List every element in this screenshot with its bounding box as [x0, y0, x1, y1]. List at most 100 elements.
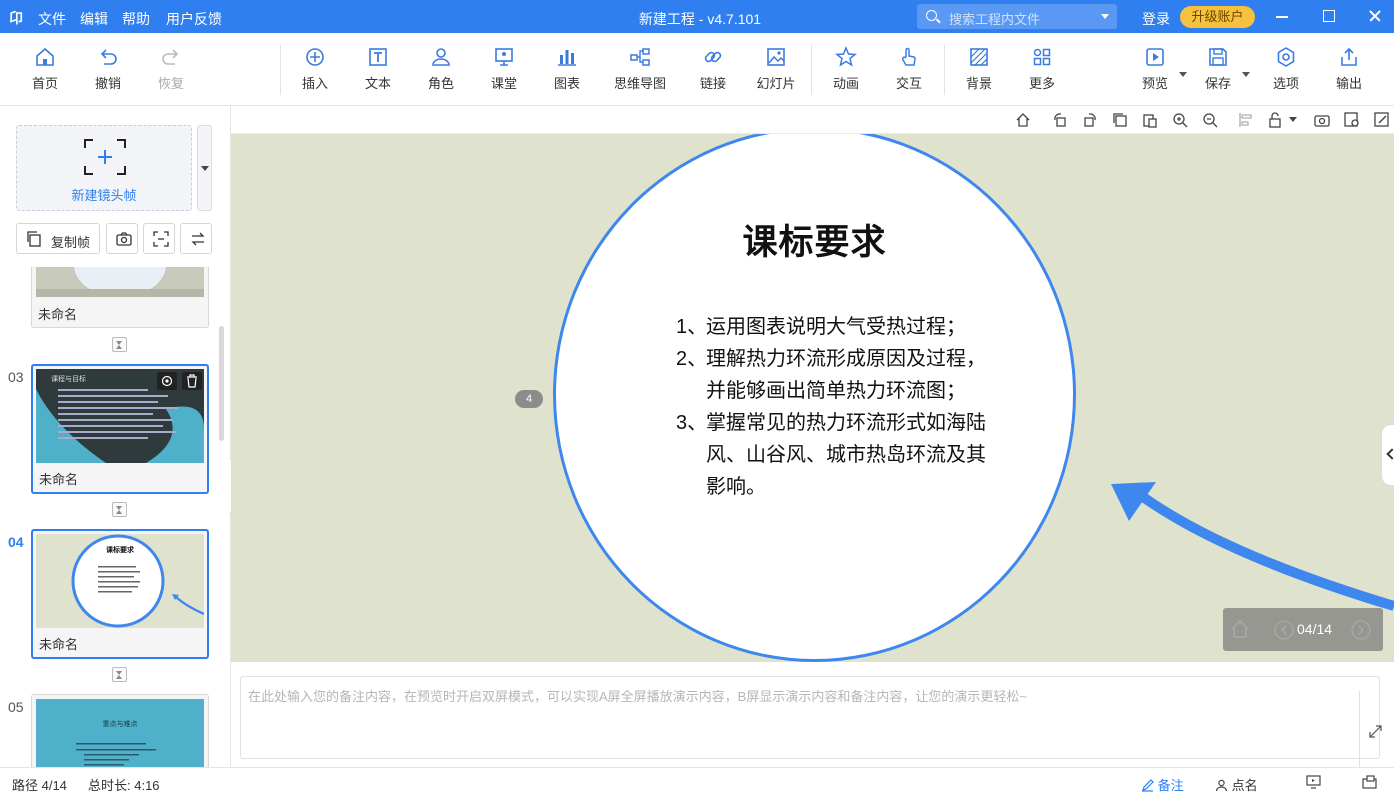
- save-button[interactable]: 保存: [1188, 46, 1250, 92]
- frame-list[interactable]: 未命名 03 课程与目标 未命名 04 课标要求 未命名 05 重点与难点: [0, 267, 230, 767]
- snapshot-button[interactable]: [106, 223, 138, 254]
- zoom-out-icon[interactable]: [1202, 112, 1218, 128]
- play-icon: [1146, 48, 1164, 66]
- menu-file[interactable]: 文件: [38, 9, 66, 29]
- mindmap-icon: [630, 48, 650, 66]
- notes-tab[interactable]: 备注: [1141, 775, 1184, 794]
- copy-icon[interactable]: [1112, 112, 1128, 128]
- background-button[interactable]: 背景: [949, 46, 1009, 92]
- settings-icon[interactable]: [1344, 112, 1360, 128]
- export-icon: [1341, 47, 1357, 66]
- next-arrow-icon[interactable]: [1351, 620, 1371, 640]
- text-button[interactable]: 文本: [348, 46, 408, 92]
- link-button[interactable]: 链接: [683, 46, 743, 92]
- paste-icon[interactable]: [1142, 112, 1158, 128]
- frame-thumbnail: [36, 267, 204, 297]
- rollcall-button[interactable]: 点名: [1215, 775, 1258, 794]
- grid-icon: [1033, 48, 1051, 66]
- undo-button[interactable]: 撤销: [78, 46, 138, 92]
- edit-icon[interactable]: [1374, 112, 1390, 128]
- notes-input[interactable]: 在此处输入您的备注内容，在预览时开启双屏模式，可以实现A屏全屏播放演示内容，B屏…: [240, 676, 1382, 774]
- insert-button[interactable]: 插入: [285, 46, 345, 92]
- chevron-down-icon[interactable]: [1101, 14, 1109, 19]
- classroom-button[interactable]: 课堂: [474, 46, 534, 92]
- list-item: 1、 运用图表说明大气受热过程；: [676, 316, 966, 338]
- frame-card-03[interactable]: 课程与目标 未命名: [31, 364, 209, 494]
- background-icon: [970, 48, 988, 66]
- prev-arrow-icon[interactable]: [1274, 620, 1294, 640]
- align-icon[interactable]: [1238, 112, 1254, 128]
- window-mode-icon[interactable]: [1362, 775, 1377, 789]
- frame-card-02[interactable]: 未命名: [31, 267, 209, 328]
- frame-transition-icon[interactable]: [112, 502, 127, 517]
- note-icon: [1142, 779, 1154, 792]
- redo-button[interactable]: 恢复: [141, 46, 201, 92]
- menu-edit[interactable]: 编辑: [80, 9, 108, 29]
- frame-number: 03: [8, 369, 24, 385]
- export-button[interactable]: 输出: [1319, 46, 1379, 92]
- preview-navigator[interactable]: 04/14: [1223, 608, 1383, 651]
- zoom-in-icon[interactable]: [1172, 112, 1188, 128]
- login-link[interactable]: 登录: [1142, 9, 1170, 29]
- new-frame-button[interactable]: 新建镜头帧: [16, 125, 192, 211]
- minimize-icon[interactable]: [1274, 8, 1290, 24]
- rotate-left-icon[interactable]: [1052, 112, 1068, 128]
- person-icon: [1215, 779, 1228, 792]
- canvas-stage[interactable]: 课标要求 1、 运用图表说明大气受热过程； 2、 理解热力环流形成原因及过程，并能够…: [231, 134, 1394, 662]
- upgrade-button[interactable]: 升级账户: [1180, 6, 1255, 28]
- sidebar-scrollbar[interactable]: [219, 326, 224, 441]
- search-input[interactable]: 搜索工程内文件: [917, 4, 1117, 29]
- chart-button[interactable]: 图表: [537, 46, 597, 92]
- preview-button[interactable]: 预览: [1125, 46, 1187, 92]
- window-title: 新建工程 - v4.7.101: [638, 11, 762, 27]
- delete-icon[interactable]: [182, 372, 202, 390]
- maximize-icon[interactable]: [1321, 8, 1337, 24]
- copy-frame-button[interactable]: 复制帧: [16, 223, 100, 254]
- frame-transition-icon[interactable]: [112, 337, 127, 352]
- interaction-button[interactable]: 交互: [879, 46, 939, 92]
- frame-card-04[interactable]: 课标要求 未命名: [31, 529, 209, 659]
- more-button[interactable]: 更多: [1012, 46, 1072, 92]
- frame-name: 未命名: [39, 637, 79, 652]
- menu-feedback[interactable]: 用户反馈: [166, 9, 222, 29]
- home-button[interactable]: 首页: [15, 46, 75, 92]
- mindmap-button[interactable]: 思维导图: [606, 46, 674, 92]
- slide-title[interactable]: 课标要求: [556, 214, 1073, 265]
- status-bar: 路径 4/14 总时长: 4:16 备注 点名: [0, 767, 1394, 794]
- capture-frame-button[interactable]: [143, 223, 175, 254]
- new-frame-dropdown[interactable]: [197, 125, 212, 211]
- camera-icon[interactable]: [1314, 112, 1330, 128]
- link-icon: [704, 51, 722, 63]
- screen-icon[interactable]: [1306, 775, 1321, 789]
- close-icon[interactable]: [1367, 8, 1383, 24]
- frame-card-05[interactable]: 重点与难点: [31, 694, 209, 767]
- frame-number: 05: [8, 699, 24, 715]
- frame-settings-icon[interactable]: [157, 372, 177, 390]
- home-view-icon[interactable]: [1015, 112, 1031, 128]
- frame-thumbnail: 重点与难点: [36, 699, 204, 767]
- divider: [1260, 618, 1261, 640]
- main-toolbar: 首页 撤销 恢复 插入 文本 角色 课堂 图表 思维导图 链接 幻灯片 动画 交…: [0, 33, 1394, 106]
- requirements-list[interactable]: 1、 运用图表说明大气受热过程； 2、 理解热力环流形成原因及过程，并能够画出简单热…: [676, 311, 986, 503]
- slide-circle[interactable]: 课标要求 1、 运用图表说明大气受热过程； 2、 理解热力环流形成原因及过程，并能够…: [553, 134, 1076, 662]
- scan-icon: [153, 231, 169, 247]
- options-button[interactable]: 选项: [1256, 46, 1316, 92]
- lock-icon[interactable]: [1268, 112, 1284, 128]
- frame-transition-icon[interactable]: [112, 667, 127, 682]
- frame-name: 未命名: [38, 307, 78, 322]
- transition-button[interactable]: [180, 223, 212, 254]
- role-button[interactable]: 角色: [411, 46, 471, 92]
- chevron-down-icon[interactable]: [1289, 117, 1297, 122]
- animation-button[interactable]: 动画: [816, 46, 876, 92]
- menu-help[interactable]: 帮助: [122, 9, 150, 29]
- chevron-down-icon[interactable]: [1242, 72, 1250, 77]
- expand-right-panel-button[interactable]: [1381, 424, 1394, 486]
- expand-notes-button[interactable]: [1359, 691, 1390, 774]
- rotate-right-icon[interactable]: [1082, 112, 1098, 128]
- star-icon: [835, 46, 857, 67]
- chevron-down-icon[interactable]: [1179, 72, 1187, 77]
- notes-placeholder: 在此处输入您的备注内容，在预览时开启双屏模式，可以实现A屏全屏播放演示内容，B屏…: [248, 689, 1027, 704]
- frame-order-badge[interactable]: 4: [515, 390, 543, 408]
- slides-button[interactable]: 幻灯片: [746, 46, 806, 92]
- home-icon[interactable]: [1231, 620, 1249, 638]
